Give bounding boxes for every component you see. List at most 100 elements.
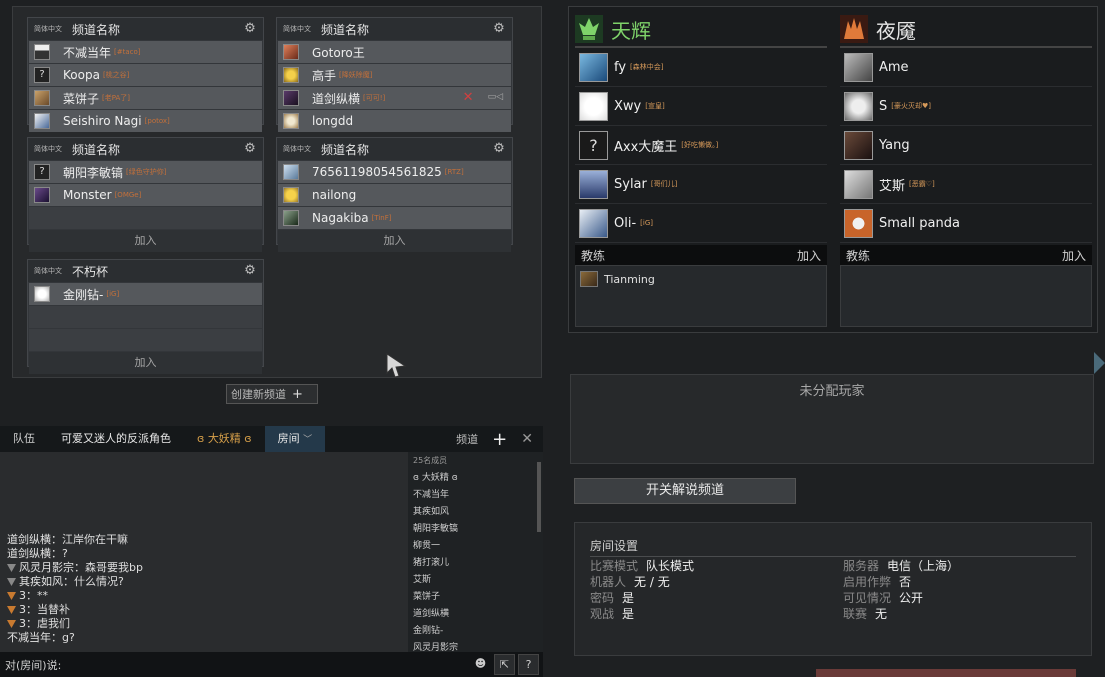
add-channel-icon[interactable]: + — [492, 429, 507, 450]
setting-key: 观战 — [590, 607, 615, 621]
camera-icon[interactable]: ▭◁ — [488, 90, 503, 105]
channel-slot[interactable]: 金刚钻- [iG] — [29, 283, 262, 305]
tab-room[interactable]: 房间 ﹀ — [264, 426, 326, 452]
start-button-edge[interactable] — [816, 669, 1076, 677]
coach-slot-empty[interactable] — [840, 265, 1092, 327]
setting-value: 是 — [622, 607, 635, 621]
channel-slot[interactable]: Nagakiba [TinF] — [278, 207, 511, 229]
channel-slot[interactable]: Gotoro王 — [278, 41, 511, 63]
expand-arrow-icon[interactable] — [1094, 352, 1105, 374]
member-list[interactable]: 25名成员 ɞ 大妖精 ɞ 不减当年 其疾如风 朝阳李敏镐 柳贯一 猪打滚儿 艾… — [408, 452, 543, 652]
channel-slot[interactable]: ? Koopa [桃之谷] — [29, 64, 262, 86]
channel-slot[interactable]: ? 朝阳李敏镐 [绿色守护你] — [29, 161, 262, 183]
team-player-slot[interactable]: Small panda — [840, 204, 1092, 243]
player-name: 金刚钻- — [63, 287, 104, 302]
channel-label[interactable]: 频道 — [456, 431, 478, 447]
channel-slot[interactable]: longdd — [278, 110, 511, 132]
channel-slot-empty[interactable] — [29, 207, 262, 229]
share-icon[interactable]: ⇱ — [494, 654, 515, 675]
tab-game-chat[interactable]: 可爱又迷人的反派角色 — [48, 426, 184, 452]
join-button[interactable]: 加入 — [29, 352, 262, 374]
chat-text: ：森哥要我bp — [74, 561, 143, 574]
avatar — [34, 187, 50, 203]
tab-team[interactable]: 队伍 — [0, 426, 48, 452]
kick-icon[interactable]: ✕ — [463, 90, 474, 105]
member-item[interactable]: 柳贯一 — [413, 538, 543, 555]
channel-slot[interactable]: 高手 [降妖除魔] — [278, 64, 511, 86]
player-name: Axx大魔王 — [614, 139, 678, 155]
member-item[interactable]: 菜饼子 — [413, 589, 543, 606]
member-item[interactable]: 艾斯 — [413, 572, 543, 589]
member-item[interactable]: 不减当年 — [413, 487, 543, 504]
member-item[interactable]: 道剑纵横 — [413, 606, 543, 623]
avatar — [844, 208, 873, 238]
channel-slot[interactable]: 76561198054561825 [RTZ] — [278, 161, 511, 183]
team-player-slot[interactable]: Yang — [840, 126, 1092, 165]
channel-header: 简体中文 频道名称 ⚙ — [277, 18, 512, 40]
chat-text: ：g? — [51, 631, 75, 644]
avatar — [844, 169, 873, 199]
player-tag: [#taco] — [114, 48, 141, 56]
player-name: Yang — [879, 137, 910, 153]
member-item[interactable]: 风灵月影宗 — [413, 640, 543, 652]
gear-icon[interactable]: ⚙ — [243, 22, 257, 36]
team-player-slot[interactable]: Xwy [宣皇] — [575, 87, 827, 126]
avatar — [283, 113, 299, 129]
channel-slot[interactable]: 不减当年 [#taco] — [29, 41, 262, 63]
chat-input[interactable]: 对(房间)说: ☻ ⇱ ? — [0, 652, 543, 677]
join-button[interactable]: 加入 — [29, 230, 262, 252]
team-player-slot[interactable]: ? Axx大魔王 [好吃懒做。] — [575, 126, 827, 165]
create-channel-button[interactable]: 创建新频道 + — [226, 384, 318, 404]
member-item[interactable]: 其疾如风 — [413, 504, 543, 521]
medal-icon — [7, 606, 16, 614]
player-tag: [森林中会] — [630, 63, 664, 71]
setting-key: 可见情况 — [843, 591, 892, 605]
channel-slot-empty[interactable] — [29, 306, 262, 328]
radiant-team: 天辉 fy [森林中会] Xwy [宣皇] ? Axx大魔王 [好吃懒做。] Sylar… — [575, 12, 827, 327]
channel-slot[interactable]: 道剑纵横 [可可!] ✕ ▭◁ — [278, 87, 511, 109]
channel-name: 频道名称 — [72, 142, 121, 157]
team-player-slot[interactable]: 艾斯 [恶霸♡] — [840, 165, 1092, 204]
player-name: nailong — [312, 188, 357, 202]
chat-log[interactable]: 道剑纵横：江岸你在干嘛 道剑纵横：? 风灵月影宗：森哥要我bp 其疾如风：什么情… — [0, 452, 408, 652]
emoji-icon[interactable]: ☻ — [470, 654, 491, 675]
coach-label: 教练 — [581, 248, 606, 263]
avatar — [844, 52, 873, 82]
channel-slot[interactable]: 菜饼子 [老PA了] — [29, 87, 262, 109]
gear-icon[interactable]: ⚙ — [243, 142, 257, 156]
gear-icon[interactable]: ⚙ — [243, 264, 257, 278]
chat-author: 道剑纵横 — [7, 547, 51, 560]
player-tag: [桃之谷] — [102, 71, 130, 79]
plus-icon: + — [292, 386, 303, 402]
gear-icon[interactable]: ⚙ — [492, 22, 506, 36]
coach-join-button[interactable]: 加入 — [1062, 247, 1086, 264]
setting-row: 机器人无 / 无 — [590, 573, 670, 590]
channel-slot[interactable]: Monster [OMGe] — [29, 184, 262, 206]
create-channel-label: 创建新频道 — [231, 388, 286, 401]
team-player-slot[interactable]: Ame — [840, 48, 1092, 87]
avatar — [844, 91, 873, 121]
unassigned-players-panel[interactable]: 未分配玩家 — [570, 374, 1094, 464]
channel-slot[interactable]: nailong — [278, 184, 511, 206]
channel-slot-empty[interactable] — [29, 329, 262, 351]
close-icon[interactable]: ✕ — [521, 431, 533, 447]
gear-icon[interactable]: ⚙ — [492, 142, 506, 156]
member-item[interactable]: ɞ 大妖精 ɞ — [413, 470, 543, 487]
avatar — [579, 208, 608, 238]
team-player-slot[interactable]: fy [森林中会] — [575, 48, 827, 87]
channel-slot[interactable]: Seishiro Nagi [potox] — [29, 110, 262, 132]
member-item[interactable]: 猪打滚儿 — [413, 555, 543, 572]
join-button[interactable]: 加入 — [278, 230, 511, 252]
team-player-slot[interactable]: Sylar [哥们儿] — [575, 165, 827, 204]
member-item[interactable]: 金刚钻- — [413, 623, 543, 640]
team-player-slot[interactable]: S [豪火灭却♥] — [840, 87, 1092, 126]
member-item[interactable]: 朝阳李敏镐 — [413, 521, 543, 538]
team-player-slot[interactable]: Oli- [iG] — [575, 204, 827, 243]
tab-whisper[interactable]: ɞ 大妖精 ɞ — [184, 426, 265, 452]
scrollbar[interactable] — [537, 462, 541, 532]
caster-channel-toggle-button[interactable]: 开关解说频道 — [574, 478, 796, 504]
setting-key: 密码 — [590, 591, 615, 605]
help-icon[interactable]: ? — [518, 654, 539, 675]
coach-slot[interactable]: Tianming — [575, 265, 827, 327]
coach-join-button[interactable]: 加入 — [797, 247, 821, 264]
